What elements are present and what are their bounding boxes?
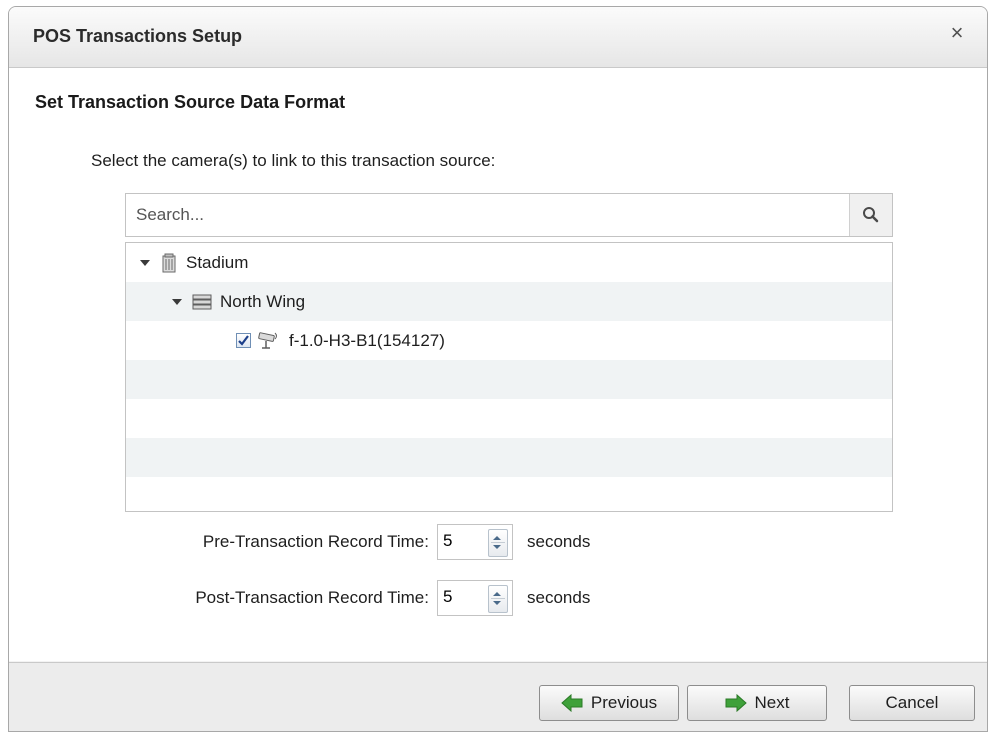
- title-bar: POS Transactions Setup ×: [9, 7, 987, 68]
- tree-label: Stadium: [186, 252, 249, 272]
- expand-arrow-icon[interactable]: [140, 259, 150, 266]
- pre-transaction-label: Pre-Transaction Record Time:: [202, 532, 429, 551]
- cancel-button[interactable]: Cancel: [849, 685, 975, 721]
- post-transaction-value[interactable]: 5: [443, 587, 452, 607]
- spin-down-icon[interactable]: [493, 601, 501, 605]
- tree-row: f-1.0-H3-B1(154127): [126, 321, 892, 360]
- next-label: Next: [754, 693, 790, 712]
- tree-node-camera[interactable]: f-1.0-H3-B1(154127): [236, 321, 445, 360]
- arrow-right-icon: [725, 694, 747, 712]
- expand-arrow-icon[interactable]: [172, 298, 182, 305]
- tree-row: North Wing: [126, 282, 892, 321]
- tree-label: f-1.0-H3-B1(154127): [289, 330, 445, 350]
- tree-row: [126, 360, 892, 399]
- spin-buttons[interactable]: [488, 585, 508, 613]
- spin-buttons[interactable]: [488, 529, 508, 557]
- pre-transaction-unit: seconds: [527, 532, 591, 551]
- server-icon: [192, 294, 212, 309]
- spin-down-icon[interactable]: [493, 545, 501, 549]
- previous-button[interactable]: Previous: [539, 685, 679, 721]
- search-box: [125, 193, 893, 237]
- search-icon: [863, 207, 879, 223]
- pre-transaction-stepper[interactable]: 5: [437, 524, 513, 560]
- camera-icon: [258, 331, 277, 349]
- spin-divider: [491, 598, 505, 599]
- pre-transaction-value[interactable]: 5: [443, 531, 452, 551]
- section-title: Set Transaction Source Data Format: [35, 92, 346, 112]
- building-icon: [162, 253, 176, 272]
- spin-up-icon[interactable]: [493, 592, 501, 596]
- tree-row: [126, 399, 892, 438]
- tree-label: North Wing: [220, 291, 306, 311]
- next-button[interactable]: Next: [687, 685, 827, 721]
- spin-divider: [491, 542, 505, 543]
- post-transaction-unit: seconds: [527, 588, 591, 607]
- camera-checkbox[interactable]: [236, 333, 251, 348]
- tree-row: [126, 438, 892, 477]
- pos-transactions-dialog: POS Transactions Setup × Set Transaction…: [8, 6, 988, 732]
- arrow-left-icon: [561, 694, 583, 712]
- pre-transaction-row: Pre-Transaction Record Time: 5 seconds: [129, 524, 590, 560]
- post-transaction-label: Post-Transaction Record Time:: [195, 588, 429, 607]
- dialog-content: Set Transaction Source Data Format Selec…: [9, 68, 987, 661]
- search-input[interactable]: [126, 194, 850, 236]
- search-button[interactable]: [849, 194, 892, 236]
- previous-label: Previous: [590, 693, 658, 712]
- tree-node-north-wing[interactable]: North Wing: [172, 282, 305, 321]
- tree-node-stadium[interactable]: Stadium: [140, 243, 248, 282]
- dialog-title: POS Transactions Setup: [33, 26, 243, 46]
- spin-up-icon[interactable]: [493, 536, 501, 540]
- dialog-footer: Previous Next Cancel: [9, 662, 987, 731]
- post-transaction-stepper[interactable]: 5: [437, 580, 513, 616]
- checkmark-icon: [238, 335, 249, 346]
- tree-row: [126, 477, 892, 511]
- camera-tree[interactable]: Stadium North Wing f-1.0-H3-B1(154127): [125, 242, 893, 512]
- post-transaction-row: Post-Transaction Record Time: 5 seconds: [129, 580, 590, 616]
- camera-prompt: Select the camera(s) to link to this tra…: [91, 151, 496, 170]
- close-icon[interactable]: ×: [945, 21, 969, 45]
- tree-row: Stadium: [126, 243, 892, 282]
